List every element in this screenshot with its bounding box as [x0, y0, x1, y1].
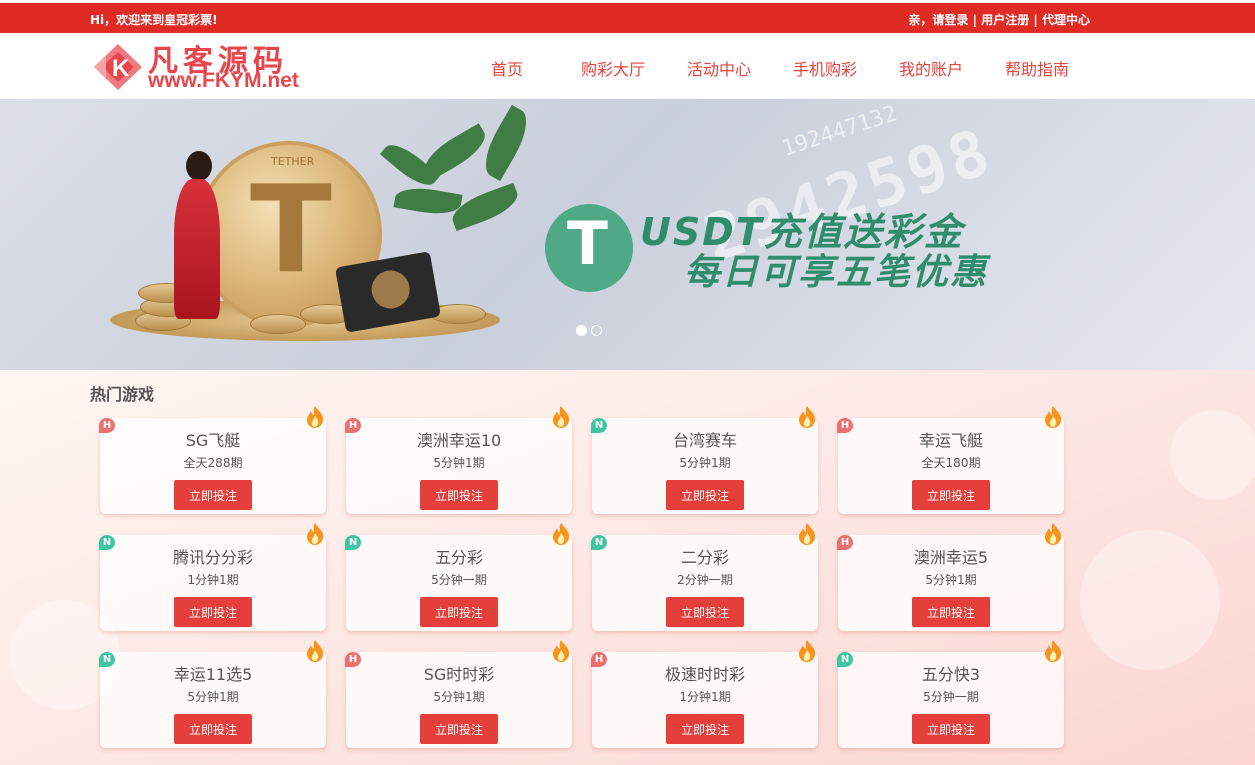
- game-name: 极速时时彩: [664, 665, 745, 684]
- hot-games-section: 热门游戏 H SG飞艇 全天288期 立即投注 H 澳洲幸运10 5分钟1期 立即投注 N 台湾赛…: [0, 370, 1255, 765]
- fire-icon: [796, 522, 818, 546]
- game-card[interactable]: N 幸运11选5 5分钟1期 立即投注: [99, 640, 326, 748]
- bet-now-button[interactable]: 立即投注: [420, 597, 498, 627]
- game-period: 5分钟1期: [433, 690, 485, 704]
- game-name: 澳洲幸运5: [913, 548, 989, 567]
- game-name: 幸运11选5: [173, 665, 253, 684]
- coin-text: TETHER: [270, 155, 315, 168]
- game-period: 2分钟一期: [677, 573, 733, 587]
- agent-center-link[interactable]: 代理中心: [1042, 13, 1090, 27]
- game-card[interactable]: N 五分彩 5分钟一期 立即投注: [345, 523, 572, 631]
- login-link[interactable]: 请登录: [932, 13, 968, 27]
- section-title: 热门游戏: [90, 385, 155, 404]
- game-card[interactable]: H SG飞艇 全天288期 立即投注: [99, 406, 326, 514]
- bet-now-button[interactable]: 立即投注: [666, 714, 744, 744]
- fire-icon: [550, 405, 572, 429]
- game-card[interactable]: H SG时时彩 5分钟1期 立即投注: [345, 640, 572, 748]
- promo-banner[interactable]: 192447132 2942598 T TETHER T USDT充值送彩金 每…: [0, 99, 1255, 370]
- bet-now-button[interactable]: 立即投注: [420, 480, 498, 510]
- fire-icon: [550, 639, 572, 663]
- bet-now-button[interactable]: 立即投注: [912, 597, 990, 627]
- game-name: 腾讯分分彩: [172, 548, 253, 567]
- game-period: 5分钟1期: [187, 690, 239, 704]
- separator: |: [1033, 13, 1038, 27]
- nav-item-my-account[interactable]: 我的账户: [899, 56, 963, 80]
- model-figure: [170, 151, 240, 321]
- bet-now-button[interactable]: 立即投注: [174, 597, 252, 627]
- fire-icon: [304, 405, 326, 429]
- bet-now-button[interactable]: 立即投注: [174, 480, 252, 510]
- game-card[interactable]: H 极速时时彩 1分钟1期 立即投注: [591, 640, 818, 748]
- game-name: 澳洲幸运10: [416, 431, 502, 450]
- fire-icon: [304, 522, 326, 546]
- game-name: 二分彩: [680, 548, 729, 567]
- game-card[interactable]: N 台湾赛车 5分钟1期 立即投注: [591, 406, 818, 514]
- banner-headline-2: 每日可享五笔优惠: [684, 252, 989, 293]
- game-name: 五分快3: [921, 665, 981, 684]
- carousel-dots: [576, 321, 606, 340]
- plant-leaf: [475, 104, 537, 182]
- game-period: 5分钟1期: [679, 456, 731, 470]
- game-name: 五分彩: [434, 548, 483, 567]
- game-name: 幸运飞艇: [918, 431, 983, 450]
- game-card[interactable]: H 澳洲幸运10 5分钟1期 立即投注: [345, 406, 572, 514]
- plant-leaf: [393, 183, 463, 219]
- game-name: 台湾赛车: [672, 431, 737, 450]
- nav-item-activity-center[interactable]: 活动中心: [687, 56, 751, 80]
- game-card[interactable]: N 腾讯分分彩 1分钟1期 立即投注: [99, 523, 326, 631]
- usdt-icon: T: [545, 204, 633, 292]
- game-period: 5分钟1期: [433, 456, 485, 470]
- fire-icon: [796, 405, 818, 429]
- carousel-dot[interactable]: [591, 325, 602, 336]
- fire-icon: [550, 522, 572, 546]
- game-period: 全天180期: [921, 456, 981, 470]
- carousel-dot-active[interactable]: [576, 325, 587, 336]
- greet-text: 亲，: [908, 13, 933, 27]
- main-nav: 首页 购彩大厅 活动中心 手机购彩 我的账户 帮助指南: [0, 33, 1255, 99]
- game-card[interactable]: H 澳洲幸运5 5分钟1期 立即投注: [837, 523, 1064, 631]
- bet-now-button[interactable]: 立即投注: [666, 597, 744, 627]
- game-card[interactable]: H 幸运飞艇 全天180期 立即投注: [837, 406, 1064, 514]
- header: K 凡客源码 www.FKYM.net 首页 购彩大厅 活动中心 手机购彩 我的…: [0, 33, 1255, 99]
- nav-item-lottery-hall[interactable]: 购彩大厅: [581, 56, 645, 80]
- plant-leaf: [447, 182, 523, 232]
- nav-item-home[interactable]: 首页: [491, 56, 523, 80]
- bet-now-button[interactable]: 立即投注: [912, 714, 990, 744]
- bet-now-button[interactable]: 立即投注: [666, 480, 744, 510]
- game-card[interactable]: N 五分快3 5分钟一期 立即投注: [837, 640, 1064, 748]
- bet-now-button[interactable]: 立即投注: [420, 714, 498, 744]
- game-name: SG飞艇: [185, 431, 241, 450]
- top-links: 亲，请登录 | 用户注册 | 代理中心: [908, 11, 1090, 28]
- bet-now-button[interactable]: 立即投注: [912, 480, 990, 510]
- game-name: SG时时彩: [423, 665, 495, 684]
- small-coin: [250, 314, 306, 334]
- fire-icon: [1042, 405, 1064, 429]
- nav-item-help[interactable]: 帮助指南: [1005, 56, 1069, 80]
- top-bar: Hi，欢迎来到皇冠彩票! 亲，请登录 | 用户注册 | 代理中心: [0, 3, 1255, 33]
- game-period: 5分钟一期: [923, 690, 979, 704]
- separator: |: [972, 13, 978, 27]
- game-period: 1分钟1期: [679, 690, 731, 704]
- game-card[interactable]: N 二分彩 2分钟一期 立即投注: [591, 523, 818, 631]
- register-link[interactable]: 用户注册: [981, 13, 1029, 27]
- game-period: 全天288期: [183, 456, 243, 470]
- game-period: 5分钟1期: [925, 573, 977, 587]
- fire-icon: [1042, 639, 1064, 663]
- welcome-text: Hi，欢迎来到皇冠彩票!: [90, 13, 218, 27]
- fire-icon: [796, 639, 818, 663]
- nav-item-mobile[interactable]: 手机购彩: [793, 56, 857, 80]
- game-period: 5分钟一期: [431, 573, 487, 587]
- bet-now-button[interactable]: 立即投注: [174, 714, 252, 744]
- fire-icon: [1042, 522, 1064, 546]
- game-period: 1分钟1期: [187, 573, 239, 587]
- decor-bubble: [1170, 410, 1255, 500]
- decor-bubble: [1080, 530, 1220, 670]
- fire-icon: [304, 639, 326, 663]
